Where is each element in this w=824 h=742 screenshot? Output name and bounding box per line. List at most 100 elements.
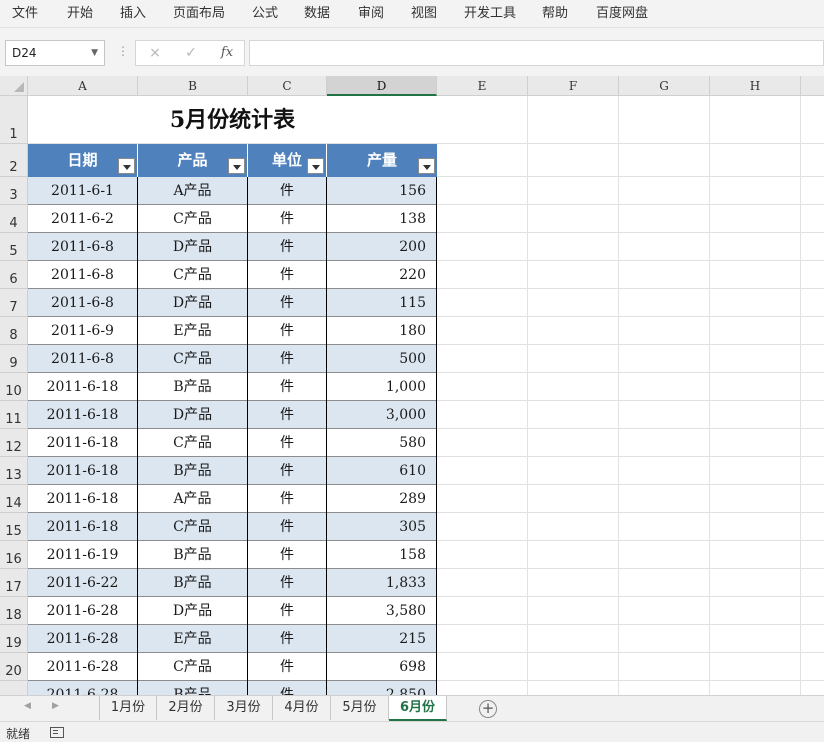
filter-dropdown-icon[interactable] bbox=[118, 158, 135, 174]
menu-view[interactable]: 视图 bbox=[411, 4, 437, 24]
cell-date[interactable]: 2011-6-18 bbox=[28, 373, 138, 401]
column-header-e[interactable]: E bbox=[437, 76, 528, 96]
cell-date[interactable]: 2011-6-28 bbox=[28, 681, 138, 695]
worksheet-grid[interactable]: A B C D E F G H 1 2 3 4 5 6 7 8 9 10 11 12 13 14 15 1… bbox=[0, 76, 824, 695]
filter-dropdown-icon[interactable] bbox=[228, 158, 245, 174]
menu-file[interactable]: 文件 bbox=[12, 4, 38, 24]
cell-unit[interactable]: 件 bbox=[248, 205, 327, 233]
tab-sheet-feb[interactable]: 2月份 bbox=[157, 696, 215, 720]
cell-quantity[interactable]: 1,833 bbox=[327, 569, 437, 597]
cell-product[interactable]: C产品 bbox=[138, 653, 248, 681]
row-header[interactable]: 19 bbox=[0, 625, 28, 653]
cell-unit[interactable]: 件 bbox=[248, 541, 327, 569]
cell-date[interactable]: 2011-6-1 bbox=[28, 177, 138, 205]
row-header[interactable]: 4 bbox=[0, 205, 28, 233]
header-unit[interactable]: 单位 bbox=[248, 144, 327, 177]
cell-date[interactable]: 2011-6-18 bbox=[28, 513, 138, 541]
cell-quantity[interactable]: 138 bbox=[327, 205, 437, 233]
cell-date[interactable]: 2011-6-8 bbox=[28, 261, 138, 289]
cell-date[interactable]: 2011-6-28 bbox=[28, 625, 138, 653]
formula-input[interactable] bbox=[249, 40, 824, 66]
cell-product[interactable]: C产品 bbox=[138, 205, 248, 233]
cell-product[interactable]: D产品 bbox=[138, 401, 248, 429]
cell-unit[interactable]: 件 bbox=[248, 177, 327, 205]
column-header-h[interactable]: H bbox=[710, 76, 801, 96]
tab-sheet-mar[interactable]: 3月份 bbox=[215, 696, 273, 720]
cell-product[interactable]: D产品 bbox=[138, 289, 248, 317]
cell-date[interactable]: 2011-6-8 bbox=[28, 289, 138, 317]
add-sheet-icon[interactable]: + bbox=[479, 700, 497, 718]
row-header[interactable]: 14 bbox=[0, 485, 28, 513]
cell-quantity[interactable]: 610 bbox=[327, 457, 437, 485]
cell-product[interactable]: D产品 bbox=[138, 233, 248, 261]
cell-product[interactable]: A产品 bbox=[138, 485, 248, 513]
cell-unit[interactable]: 件 bbox=[248, 569, 327, 597]
cell-date[interactable]: 2011-6-19 bbox=[28, 541, 138, 569]
row-header[interactable]: 13 bbox=[0, 457, 28, 485]
filter-dropdown-icon[interactable] bbox=[418, 158, 435, 174]
cell-date[interactable]: 2011-6-18 bbox=[28, 401, 138, 429]
cell-quantity[interactable]: 115 bbox=[327, 289, 437, 317]
menu-formulas[interactable]: 公式 bbox=[252, 4, 278, 24]
cell-product[interactable]: C产品 bbox=[138, 261, 248, 289]
cell-quantity[interactable]: 156 bbox=[327, 177, 437, 205]
row-header[interactable]: 5 bbox=[0, 233, 28, 261]
column-header-f[interactable]: F bbox=[528, 76, 619, 96]
cell-date[interactable]: 2011-6-18 bbox=[28, 457, 138, 485]
cell-date[interactable]: 2011-6-22 bbox=[28, 569, 138, 597]
cell-quantity[interactable]: 158 bbox=[327, 541, 437, 569]
row-header[interactable]: 12 bbox=[0, 429, 28, 457]
cell-date[interactable]: 2011-6-8 bbox=[28, 233, 138, 261]
cell-date[interactable]: 2011-6-9 bbox=[28, 317, 138, 345]
row-header[interactable]: 17 bbox=[0, 569, 28, 597]
menu-insert[interactable]: 插入 bbox=[120, 4, 146, 24]
tab-sheet-apr[interactable]: 4月份 bbox=[273, 696, 331, 720]
header-product[interactable]: 产品 bbox=[138, 144, 248, 177]
cell-product[interactable]: B产品 bbox=[138, 681, 248, 695]
row-header[interactable]: 20 bbox=[0, 653, 28, 681]
cell-quantity[interactable]: 2,850 bbox=[327, 681, 437, 695]
cell-quantity[interactable]: 500 bbox=[327, 345, 437, 373]
cell-unit[interactable]: 件 bbox=[248, 317, 327, 345]
row-header[interactable]: 15 bbox=[0, 513, 28, 541]
row-header[interactable]: 16 bbox=[0, 541, 28, 569]
select-all-corner[interactable] bbox=[0, 76, 28, 96]
cell-product[interactable]: E产品 bbox=[138, 317, 248, 345]
cell-quantity[interactable]: 289 bbox=[327, 485, 437, 513]
row-header[interactable]: 10 bbox=[0, 373, 28, 401]
cell-product[interactable]: C产品 bbox=[138, 429, 248, 457]
cell-unit[interactable]: 件 bbox=[248, 401, 327, 429]
sheet-title[interactable]: 5月份统计表 bbox=[28, 96, 437, 144]
name-box[interactable]: D24 ▼ bbox=[5, 40, 105, 66]
menu-home[interactable]: 开始 bbox=[67, 4, 93, 24]
row-header[interactable] bbox=[0, 681, 28, 695]
row-header[interactable]: 11 bbox=[0, 401, 28, 429]
cell-date[interactable]: 2011-6-28 bbox=[28, 597, 138, 625]
cell-product[interactable]: C产品 bbox=[138, 345, 248, 373]
row-header[interactable]: 18 bbox=[0, 597, 28, 625]
cancel-icon[interactable]: × bbox=[144, 43, 166, 63]
cell-date[interactable]: 2011-6-2 bbox=[28, 205, 138, 233]
menu-developer[interactable]: 开发工具 bbox=[464, 4, 516, 24]
column-header-a[interactable]: A bbox=[28, 76, 138, 96]
menu-help[interactable]: 帮助 bbox=[542, 4, 568, 24]
cell-date[interactable]: 2011-6-18 bbox=[28, 429, 138, 457]
cell-date[interactable]: 2011-6-18 bbox=[28, 485, 138, 513]
cell-unit[interactable]: 件 bbox=[248, 261, 327, 289]
filter-dropdown-icon[interactable] bbox=[307, 158, 324, 174]
cell-quantity[interactable]: 580 bbox=[327, 429, 437, 457]
enter-icon[interactable]: ✓ bbox=[180, 43, 202, 63]
cell-unit[interactable]: 件 bbox=[248, 373, 327, 401]
cell-product[interactable]: B产品 bbox=[138, 569, 248, 597]
cell-quantity[interactable]: 3,000 bbox=[327, 401, 437, 429]
menu-data[interactable]: 数据 bbox=[304, 4, 330, 24]
cell-quantity[interactable]: 698 bbox=[327, 653, 437, 681]
insert-function-icon[interactable]: fx bbox=[216, 43, 238, 63]
cell-unit[interactable]: 件 bbox=[248, 681, 327, 695]
cell-date[interactable]: 2011-6-8 bbox=[28, 345, 138, 373]
cell-product[interactable]: A产品 bbox=[138, 177, 248, 205]
cell-unit[interactable]: 件 bbox=[248, 429, 327, 457]
cell-quantity[interactable]: 1,000 bbox=[327, 373, 437, 401]
row-header[interactable]: 2 bbox=[0, 144, 28, 177]
cell-quantity[interactable]: 3,580 bbox=[327, 597, 437, 625]
